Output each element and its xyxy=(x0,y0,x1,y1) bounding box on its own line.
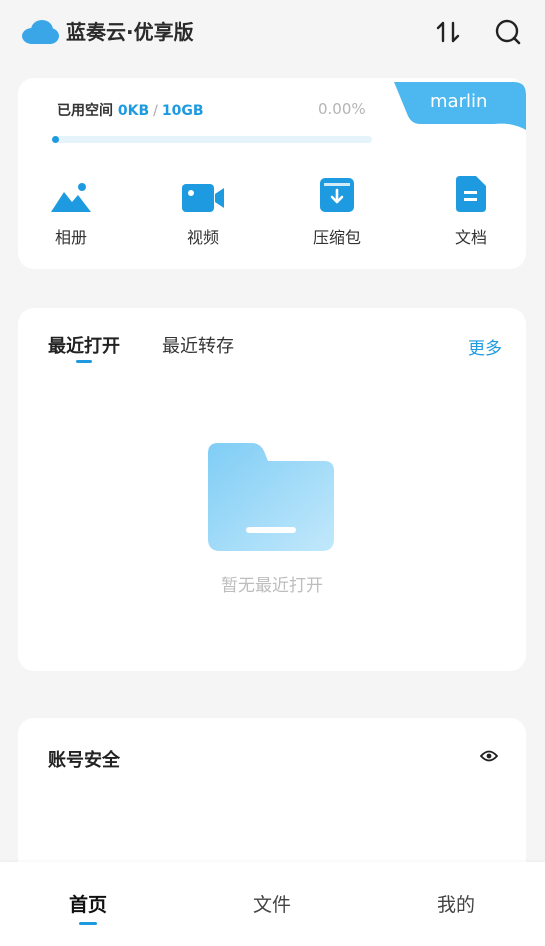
quick-item-label: 压缩包 xyxy=(312,228,361,247)
storage-percent: 0.00% xyxy=(318,100,366,118)
document-icon xyxy=(426,174,516,212)
video-icon xyxy=(158,174,248,212)
storage-label: 已用空间 xyxy=(57,103,113,119)
tab-recent-saved[interactable]: 最近转存 xyxy=(162,332,234,358)
storage-progress-fill xyxy=(52,136,59,143)
quick-item-label: 相册 xyxy=(54,228,87,247)
nav-indicator xyxy=(79,922,97,925)
storage-progress-bar xyxy=(52,136,372,143)
username: marlin xyxy=(430,91,488,112)
recent-card: 最近打开 最近转存 更多 暂无最近打开 xyxy=(18,308,526,671)
photo-album-icon xyxy=(26,174,116,212)
archive-icon xyxy=(292,174,382,212)
user-badge[interactable]: marlin xyxy=(394,82,526,130)
tab-indicator xyxy=(76,360,92,363)
storage-card: 已用空间 0KB/10GB 0.00% marlin 相册 视频 压缩包 文档 xyxy=(18,78,526,269)
quick-item-archive[interactable]: 压缩包 xyxy=(292,174,382,248)
folder-icon xyxy=(208,443,334,555)
storage-usage: 已用空间 0KB/10GB xyxy=(57,100,204,120)
tab-recent-opened[interactable]: 最近打开 xyxy=(48,332,120,358)
quick-item-document[interactable]: 文档 xyxy=(426,174,516,248)
quick-item-video[interactable]: 视频 xyxy=(158,174,248,248)
storage-separator: / xyxy=(153,103,158,119)
quick-item-label: 文档 xyxy=(454,228,487,247)
search-icon[interactable] xyxy=(490,14,526,50)
bottom-nav: 首页 文件 我的 xyxy=(0,862,545,946)
nav-mine[interactable]: 我的 xyxy=(406,890,506,917)
app-header: 蓝奏云·优享版 xyxy=(0,0,545,66)
quick-item-label: 视频 xyxy=(186,228,219,247)
security-title: 账号安全 xyxy=(48,750,120,771)
storage-total: 10GB xyxy=(161,103,204,119)
nav-home[interactable]: 首页 xyxy=(38,890,138,917)
quick-access-row: 相册 视频 压缩包 文档 xyxy=(18,174,526,254)
cloud-icon xyxy=(20,18,60,46)
empty-state-text: 暂无最近打开 xyxy=(221,576,323,596)
app-title: 蓝奏云·优享版 xyxy=(66,20,194,44)
storage-used: 0KB xyxy=(117,103,150,119)
transfer-icon[interactable] xyxy=(430,14,466,50)
quick-item-album[interactable]: 相册 xyxy=(26,174,116,248)
nav-files[interactable]: 文件 xyxy=(222,890,322,917)
eye-icon[interactable] xyxy=(479,748,499,767)
more-link[interactable]: 更多 xyxy=(468,334,502,359)
